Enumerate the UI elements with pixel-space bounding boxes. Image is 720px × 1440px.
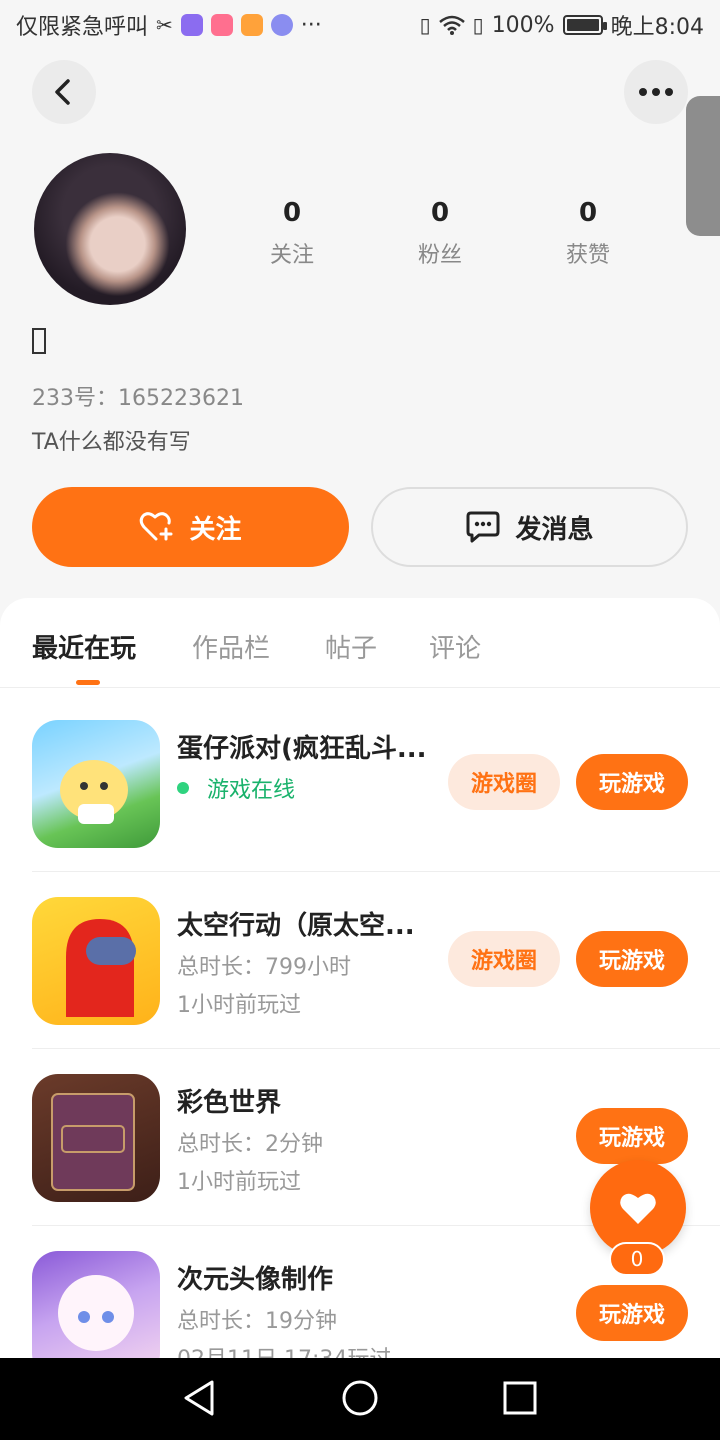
game-row[interactable]: 太空行动（原太空... 总时长：799小时 1小时前玩过 游戏圈 玩游戏 [0, 873, 720, 1049]
tab-recent-played[interactable]: 最近在玩 [32, 628, 136, 665]
game-icon[interactable] [32, 720, 160, 848]
battery-icon [562, 15, 607, 35]
message-label: 发消息 [515, 514, 594, 545]
profile-stats: 0 关注 0 粉丝 0 获赞 [218, 195, 662, 269]
follow-button[interactable]: 关注 [32, 487, 349, 567]
overflow-text: ··· [300, 12, 322, 38]
vibrate-icon: ▯ [419, 13, 431, 37]
stat-fans[interactable]: 0 粉丝 [366, 195, 514, 269]
stat-label: 获赞 [565, 243, 610, 268]
game-icon[interactable] [32, 1074, 160, 1202]
sim-alert-icon: ▯ [472, 13, 484, 37]
play-game-button[interactable]: 玩游戏 [576, 754, 688, 810]
game-row[interactable]: 蛋仔派对(疯狂乱斗... 游戏在线 游戏圈 玩游戏 [0, 696, 720, 872]
divider [32, 1048, 720, 1049]
game-title: 蛋仔派对(疯狂乱斗... [177, 734, 427, 764]
heart-plus-icon [140, 512, 173, 541]
video-icon [240, 14, 263, 36]
status-bar: 仅限紧急呼叫 ✂ ··· ▯ ▯ 100% 晚上8:04 [0, 0, 720, 50]
avatar[interactable] [34, 153, 186, 305]
carrier-text: 仅限紧急呼叫 [16, 15, 149, 40]
chevron-left-icon [55, 79, 70, 105]
game-circle-button[interactable]: 游戏圈 [448, 931, 560, 987]
nav-back-icon[interactable] [180, 1378, 220, 1418]
online-status-text: 游戏在线 [207, 778, 296, 803]
side-drawer-handle[interactable] [686, 96, 720, 236]
play-game-button[interactable]: 玩游戏 [576, 931, 688, 987]
play-duration: 总时长：19分钟 [177, 1309, 337, 1334]
divider [32, 871, 720, 872]
stat-label: 关注 [269, 243, 314, 268]
last-played: 1小时前玩过 [177, 1170, 301, 1195]
follow-label: 关注 [189, 514, 242, 545]
user-id: 233号：165223621 [32, 380, 244, 412]
online-dot-icon [177, 782, 189, 794]
message-button[interactable]: 发消息 [371, 487, 688, 567]
scissors-icon: ✂ [156, 13, 173, 37]
user-id-value: 165223621 [118, 386, 244, 411]
game-icon[interactable] [32, 897, 160, 1025]
clock-text: 晚上8:04 [610, 15, 704, 40]
heart-icon [620, 1193, 656, 1224]
wifi-icon [438, 15, 465, 35]
nav-home-icon[interactable] [340, 1378, 380, 1418]
game-circle-button[interactable]: 游戏圈 [448, 754, 560, 810]
play-game-button[interactable]: 玩游戏 [576, 1285, 688, 1341]
tab-indicator [76, 680, 100, 685]
game-icon[interactable] [32, 1251, 160, 1358]
tab-posts[interactable]: 帖子 [325, 628, 377, 665]
last-played: 02月11日 17:34玩过 [177, 1341, 391, 1358]
music-icon [270, 14, 293, 36]
stat-following[interactable]: 0 关注 [218, 195, 366, 269]
stat-likes[interactable]: 0 获赞 [514, 195, 662, 269]
system-nav-bar [0, 1358, 720, 1440]
battery-percent: 100% [491, 12, 555, 38]
user-id-label: 233号： [32, 386, 118, 411]
among-us-icon [66, 919, 136, 1017]
nickname-missing-glyph [32, 328, 46, 354]
tab-bar: 最近在玩 作品栏 帖子 评论 [0, 598, 720, 688]
stat-label: 粉丝 [417, 243, 462, 268]
tab-works[interactable]: 作品栏 [192, 628, 270, 665]
game-title: 次元头像制作 [177, 1265, 334, 1295]
anime-avatar-icon [58, 1275, 134, 1351]
stat-value: 0 [282, 198, 302, 228]
app-icon [210, 14, 233, 36]
tab-comments[interactable]: 评论 [429, 628, 481, 665]
eggy-party-icon [60, 760, 128, 824]
like-count-badge: 0 [609, 1242, 665, 1276]
play-game-button[interactable]: 玩游戏 [576, 1108, 688, 1164]
online-status: 游戏在线 [177, 772, 295, 804]
play-duration: 总时长：799小时 [177, 955, 351, 980]
chat-bubble-icon [466, 511, 500, 543]
stat-value: 0 [430, 198, 450, 228]
more-button[interactable] [624, 60, 688, 124]
nav-recents-icon[interactable] [500, 1378, 540, 1418]
more-dots-icon [639, 88, 673, 96]
stat-value: 0 [578, 198, 598, 228]
play-duration: 总时长：2分钟 [177, 1132, 323, 1157]
game-title: 彩色世界 [177, 1088, 282, 1118]
back-button[interactable] [32, 60, 96, 124]
last-played: 1小时前玩过 [177, 993, 301, 1018]
game-title: 太空行动（原太空... [177, 911, 415, 941]
book-cover-icon [51, 1093, 135, 1191]
app-icon [180, 14, 203, 36]
bio-text: TA什么都没有写 [32, 430, 191, 455]
